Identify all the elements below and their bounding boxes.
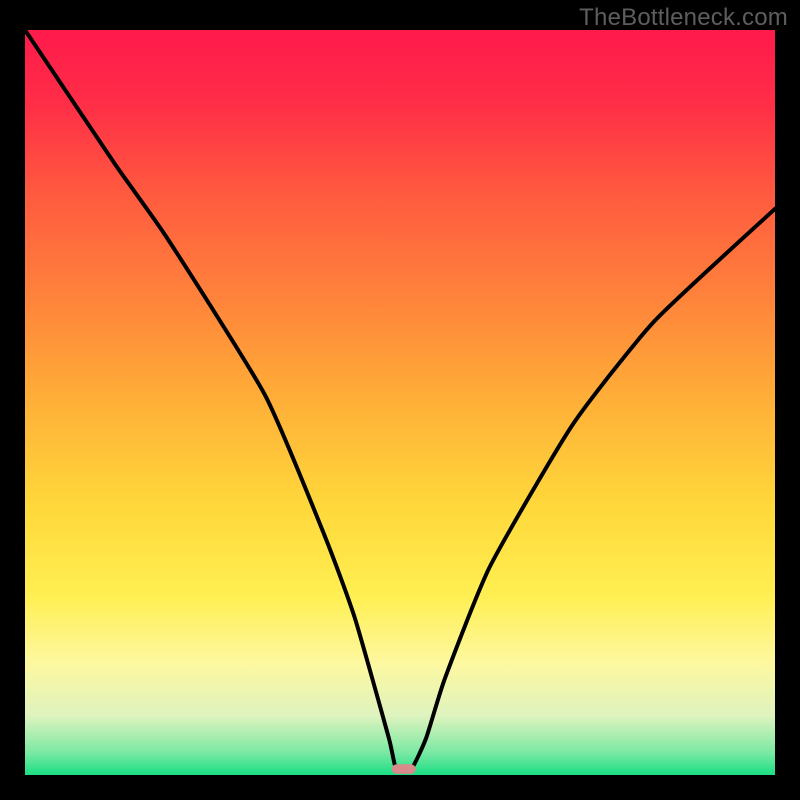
optimum-marker: [392, 764, 416, 774]
watermark-text: TheBottleneck.com: [579, 4, 788, 32]
bottleneck-plot: [25, 30, 775, 775]
chart-svg: [25, 30, 775, 775]
chart-frame: TheBottleneck.com: [0, 0, 800, 800]
gradient-background: [25, 30, 775, 775]
